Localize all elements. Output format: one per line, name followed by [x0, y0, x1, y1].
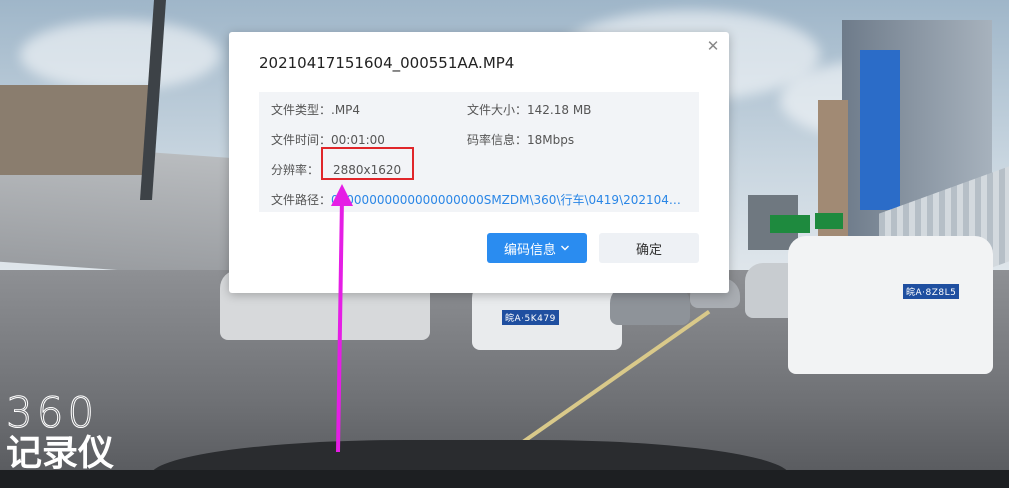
close-icon[interactable]: ✕ [705, 38, 721, 54]
row-file-size: 文件大小：142.18 MB [467, 101, 591, 118]
bitrate-value: 18Mbps [527, 133, 575, 147]
chevron-down-icon [561, 245, 569, 251]
file-path-label: 文件路径： [271, 193, 332, 207]
row-file-time: 文件时间：00:01:00 [271, 131, 385, 148]
dialog-title: 20210417151604_000551AA.MP4 [259, 54, 515, 72]
file-type-label: 文件类型： [271, 103, 332, 117]
plate-suv: 皖A·8Z8L5 [903, 284, 960, 299]
plate-center: 皖A·5K479 [502, 310, 559, 325]
file-time-label: 文件时间： [271, 133, 332, 147]
watermark-recorder: 记录仪 [6, 433, 115, 474]
file-size-value: 142.18 MB [527, 103, 592, 117]
file-size-label: 文件大小： [467, 103, 528, 117]
watermark-360: 360 [5, 388, 99, 437]
encoding-info-label: 编码信息 [503, 242, 556, 258]
encoding-info-button[interactable]: 编码信息 [487, 233, 587, 263]
confirm-label: 确定 [635, 242, 662, 258]
dashboard-edge [0, 470, 1009, 488]
file-type-value: .MP4 [331, 103, 361, 117]
white-suv: 皖A·8Z8L5 [788, 236, 993, 374]
watermark: 360 记录仪 [5, 388, 115, 474]
file-info-dialog: 20210417151604_000551AA.MP4 ✕ 文件类型：.MP4 … [229, 32, 729, 293]
row-file-type: 文件类型：.MP4 [271, 101, 360, 118]
file-time-value: 00:01:00 [331, 133, 385, 147]
file-path-value[interactable]: 00000000000000000000SMZDM\360\行车\0419\20… [331, 191, 684, 208]
resolution-label: 分辨率： [271, 163, 320, 177]
bitrate-label: 码率信息： [467, 133, 528, 147]
row-file-path: 文件路径：00000000000000000000SMZDM\360\行车\04… [271, 191, 684, 208]
row-bitrate: 码率信息：18Mbps [467, 131, 574, 148]
resolution-highlight-box [321, 147, 414, 180]
confirm-button[interactable]: 确定 [599, 233, 699, 263]
